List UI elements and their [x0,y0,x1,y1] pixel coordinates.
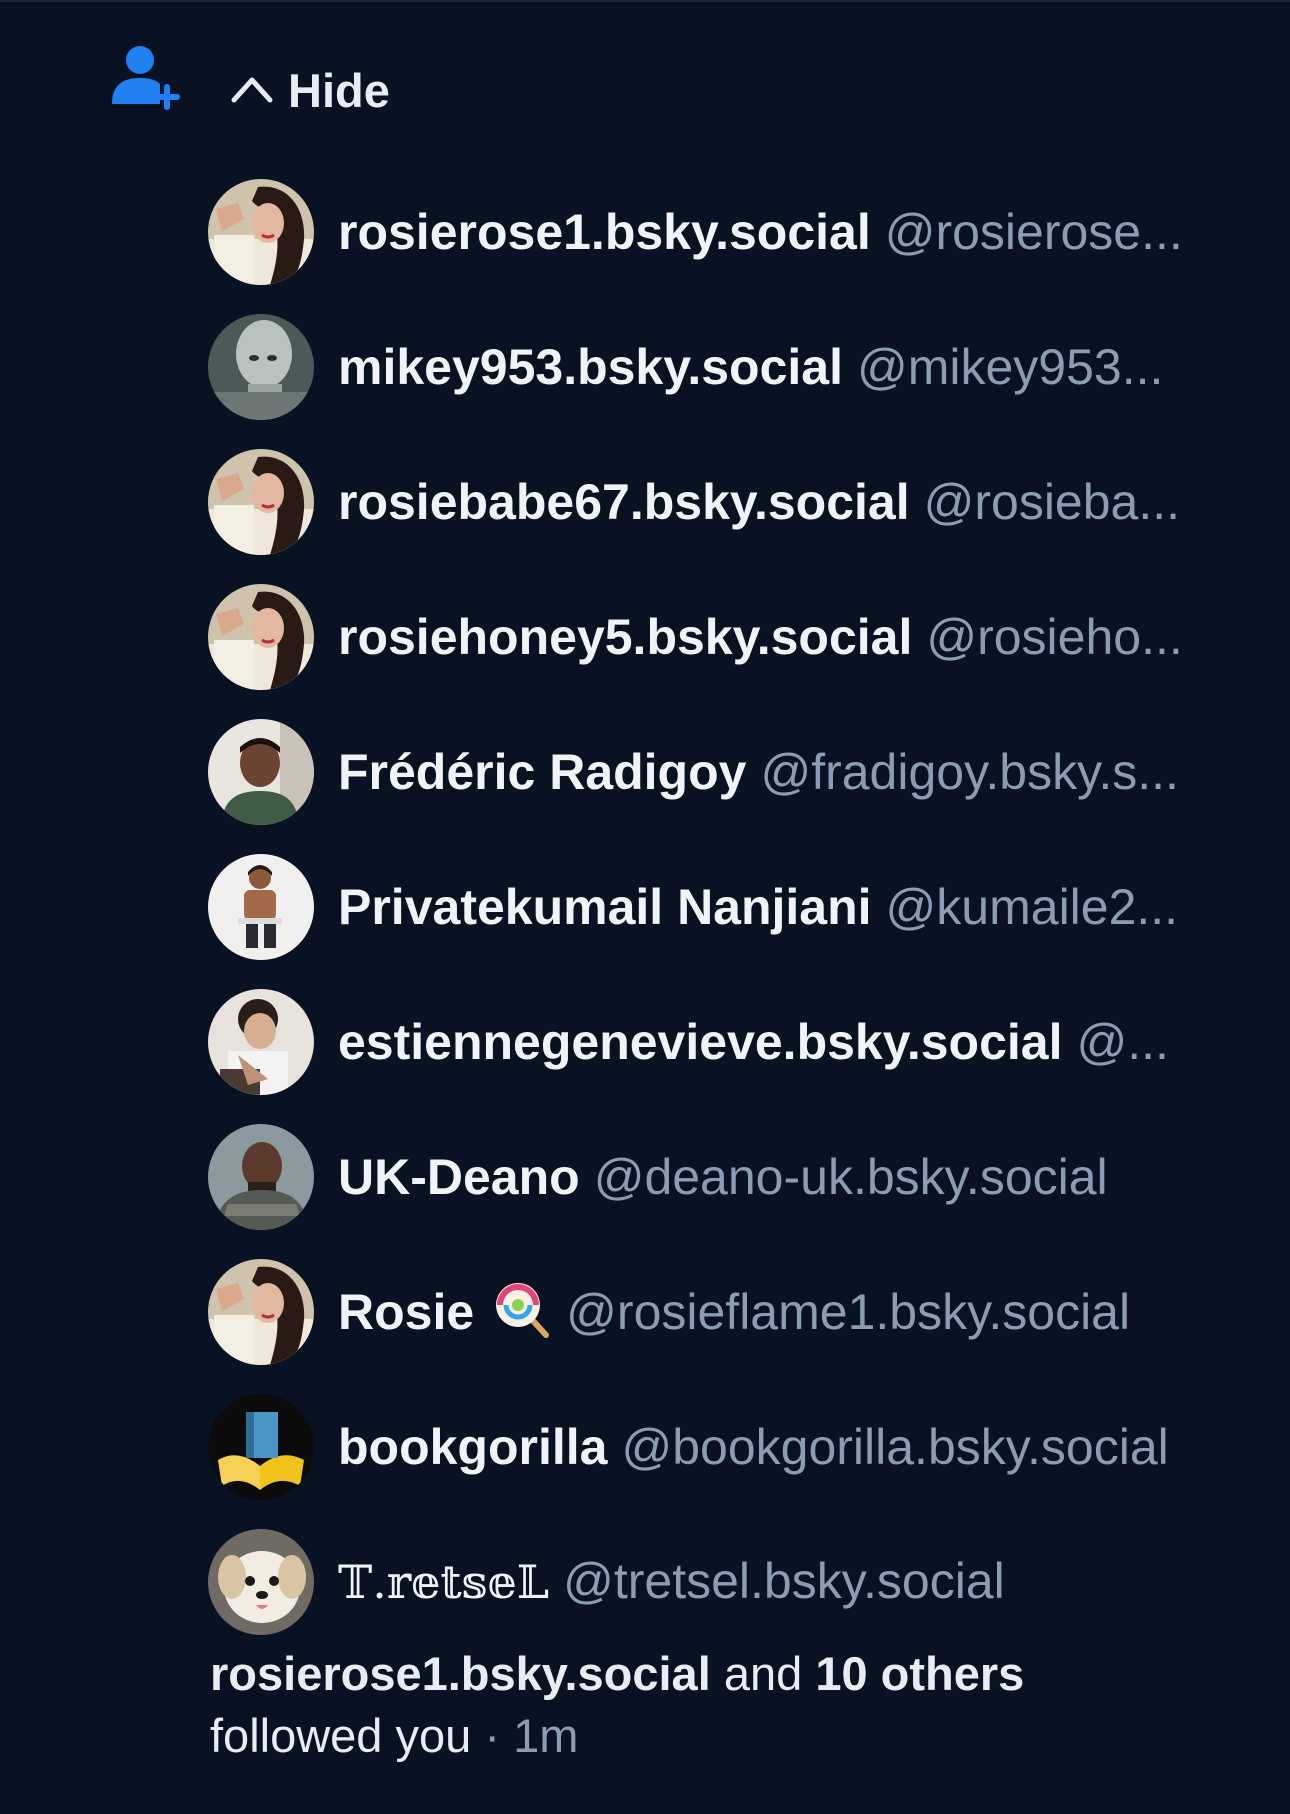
display-name[interactable]: rosiehoney5.bsky.social [338,609,912,665]
summary-separator: · [484,1709,500,1762]
chevron-up-icon [231,77,273,103]
follower-text: Frédéric Radigoy @fradigoy.bsky.s... [338,740,1179,804]
follower-row[interactable]: mikey953.bsky.social @mikey953... [208,299,1268,434]
avatar[interactable] [208,988,314,1095]
divider [0,0,1290,2]
summary-and: and [723,1647,803,1700]
display-name[interactable]: rosierose1.bsky.social [338,204,871,260]
avatar[interactable] [208,1393,314,1500]
handle: @tretsel.bsky.social [563,1553,1005,1609]
person-add-icon [108,40,184,116]
follower-row[interactable]: estiennegenevieve.bsky.social @... [208,974,1268,1109]
notification-screen: Hide rosierose1.bsky.social @rosierose...… [0,0,1290,1814]
notification-summary: rosierose1.bsky.social and 10 others fol… [210,1643,1260,1767]
follower-text: Rosie @rosieflame1.bsky.social [338,1279,1130,1344]
avatar[interactable] [208,1258,314,1365]
follower-text: mikey953.bsky.social @mikey953... [338,335,1163,399]
display-name[interactable]: mikey953.bsky.social [338,339,843,395]
handle: @... [1076,1013,1169,1070]
handle: @rosieho... [926,608,1183,665]
follower-row[interactable]: rosiehoney5.bsky.social @rosieho... [208,569,1268,704]
handle: @rosieba... [923,473,1181,530]
display-name[interactable]: Privatekumail Nanjiani [338,879,872,935]
follower-text: bookgorilla @bookgorilla.bsky.social [338,1415,1169,1479]
avatar[interactable] [208,853,314,960]
display-name[interactable]: bookgorilla [338,1419,607,1475]
summary-time: 1m [513,1709,579,1762]
summary-action: followed you [210,1709,472,1762]
display-name[interactable]: rosiebabe67.bsky.social [338,474,910,530]
summary-actor[interactable]: rosierose1.bsky.social [210,1647,711,1700]
follower-row[interactable]: Frédéric Radigoy @fradigoy.bsky.s... [208,704,1268,839]
handle: @fradigoy.bsky.s... [760,743,1179,800]
display-name[interactable]: Rosie [338,1284,474,1340]
follower-row[interactable]: 𝕋.𝕣𝕖𝕥𝕤𝕖𝕃 @tretsel.bsky.social [208,1514,1268,1649]
avatar[interactable] [208,448,314,555]
hide-label: Hide [288,63,390,117]
display-name[interactable]: 𝕋.𝕣𝕖𝕥𝕤𝕖𝕃 [338,1555,549,1609]
avatar[interactable] [208,1123,314,1230]
handle: @bookgorilla.bsky.social [621,1418,1169,1475]
lollipop-icon [496,1283,550,1338]
display-name[interactable]: estiennegenevieve.bsky.social [338,1014,1062,1070]
follower-text: UK-Deano @deano-uk.bsky.social [338,1145,1108,1209]
handle: @rosieflame1.bsky.social [566,1284,1131,1340]
follower-row[interactable]: bookgorilla @bookgorilla.bsky.social [208,1379,1268,1514]
avatar[interactable] [208,1528,314,1635]
handle: @mikey953... [856,338,1164,395]
avatar[interactable] [208,178,314,285]
handle: @deano-uk.bsky.social [593,1148,1108,1205]
follower-row[interactable]: rosierose1.bsky.social @rosierose... [208,164,1268,299]
follower-list: rosierose1.bsky.social @rosierose... mikey… [208,164,1268,1649]
hide-toggle-button[interactable]: Hide [228,56,390,124]
emoji-wrapper [474,1283,552,1340]
follower-text: Privatekumail Nanjiani @kumaile2... [338,875,1178,939]
handle: @rosierose... [884,203,1183,260]
summary-others[interactable]: 10 others [815,1647,1024,1700]
follower-text: 𝕋.𝕣𝕖𝕥𝕤𝕖𝕃 @tretsel.bsky.social [338,1549,1005,1614]
avatar[interactable] [208,718,314,825]
follower-text: rosiehoney5.bsky.social @rosieho... [338,605,1183,669]
handle: @kumaile2... [885,878,1179,935]
avatar[interactable] [208,583,314,690]
display-name[interactable]: Frédéric Radigoy [338,744,746,800]
follower-text: estiennegenevieve.bsky.social @... [338,1010,1169,1074]
follower-row[interactable]: Rosie @rosieflame1.bsky.social [208,1244,1268,1379]
follower-row[interactable]: UK-Deano @deano-uk.bsky.social [208,1109,1268,1244]
follower-text: rosierose1.bsky.social @rosierose... [338,200,1183,264]
follower-row[interactable]: Privatekumail Nanjiani @kumaile2... [208,839,1268,974]
avatar[interactable] [208,313,314,420]
follower-text: rosiebabe67.bsky.social @rosieba... [338,470,1180,534]
display-name[interactable]: UK-Deano [338,1149,580,1205]
follower-row[interactable]: rosiebabe67.bsky.social @rosieba... [208,434,1268,569]
